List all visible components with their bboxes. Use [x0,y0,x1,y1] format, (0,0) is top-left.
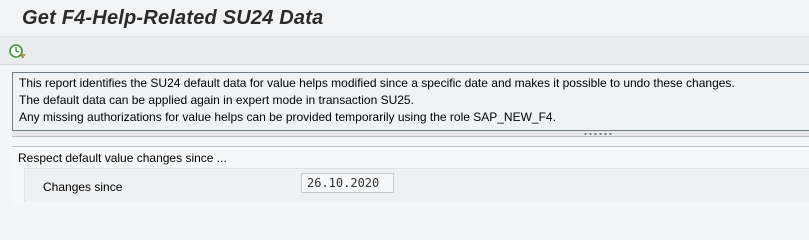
execute-clock-icon [9,44,26,59]
splitter-grip-icon[interactable] [583,132,613,136]
execute-button[interactable] [8,42,28,60]
changes-since-input[interactable] [301,173,394,193]
frame-title: Respect default value changes since ... [18,151,227,165]
application-toolbar [0,37,809,65]
selection-frame: Respect default value changes since ... … [12,146,809,206]
changes-since-label: Changes since [43,180,123,194]
info-text-box: This report identifies the SU24 default … [12,72,809,131]
splitter-bar[interactable] [12,131,809,137]
info-line: This report identifies the SU24 default … [19,76,735,90]
page-title: Get F4-Help-Related SU24 Data [22,7,324,29]
title-bar: Get F4-Help-Related SU24 Data [0,0,809,37]
frame-body: Changes since [24,168,809,202]
info-line: The default data can be applied again in… [19,93,414,107]
info-line: Any missing authorizations for value hel… [19,110,556,124]
